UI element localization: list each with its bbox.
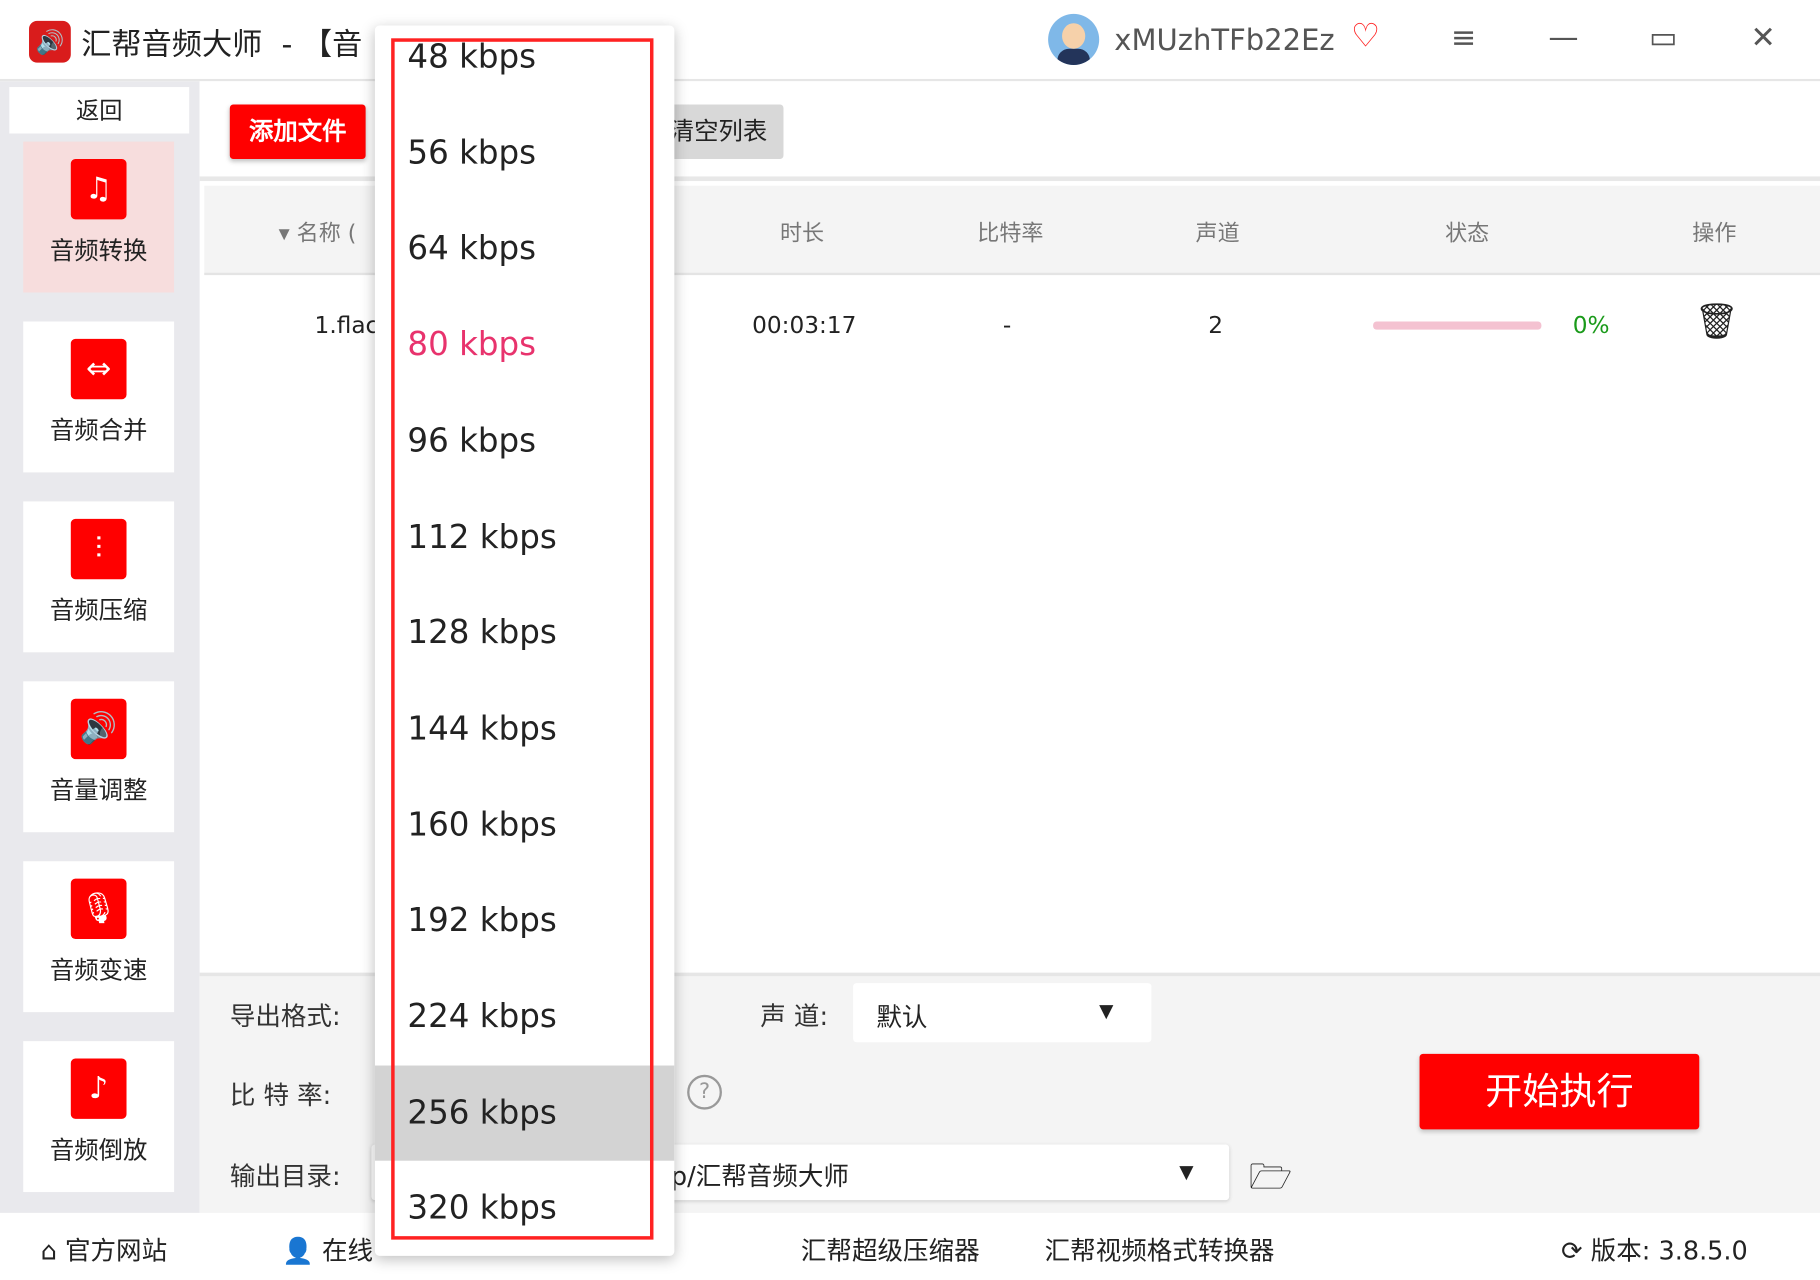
audio-tool-icon: ⇔ [70,338,127,400]
dropdown-option[interactable]: 192 kbps [375,873,674,969]
vip-heart-icon[interactable]: ♡ [1351,16,1380,54]
channel-value: 默认 [876,1004,928,1034]
dropdown-option[interactable]: 56 kbps [375,105,674,201]
header-duration: 时长 [779,220,825,247]
version-info[interactable]: ⟳ 版本: 3.8.5.0 [1561,1230,1748,1267]
back-button[interactable]: 返回 [9,87,190,134]
compressor-link[interactable]: 汇帮超级压缩器 [801,1230,980,1267]
dropdown-option[interactable]: 112 kbps [375,489,674,585]
app-logo-icon: 🔊 [29,20,71,63]
file-name: 1.flac [314,311,379,339]
bitrate-label: 比 特 率: [229,1081,332,1111]
format-label: 导出格式: [229,1002,341,1032]
channel-label: 声 道: [760,1002,829,1032]
dropdown-option[interactable]: 96 kbps [375,393,674,489]
sidebar-item-3[interactable]: ⫶ 音频压缩 [23,501,175,653]
trash-icon[interactable]: 🗑 [1695,302,1739,343]
sidebar-item-6[interactable]: ♪ 音频倒放 [23,1041,175,1193]
user-icon: 👤 [282,1237,314,1267]
header-status: 状态 [1445,220,1490,247]
username[interactable]: xMUzhTFb22Ez [1114,23,1334,57]
progress-bar [1373,321,1542,330]
progress-percent: 0% [1572,311,1610,339]
sidebar-item-label: 音频压缩 [49,596,148,625]
output-label: 输出目录: [229,1163,341,1193]
dropdown-option[interactable]: 256 kbps [374,1065,675,1162]
sidebar-item-label: 音频倒放 [49,1136,148,1165]
website-label: 官方网站 [64,1237,168,1267]
channel-select[interactable]: 默认 ▼ [853,983,1152,1043]
dropdown-option[interactable]: 320 kbps [375,1161,674,1256]
header-action: 操作 [1692,220,1737,247]
video-converter-link[interactable]: 汇帮视频格式转换器 [1045,1230,1275,1267]
dropdown-option[interactable]: 64 kbps [375,201,674,297]
header-name[interactable]: ▾ 名称 ( [279,216,357,247]
chevron-down-icon: ▼ [1099,999,1114,1022]
sidebar-item-label: 音频转换 [49,236,148,265]
website-link[interactable]: ⌂ 官方网站 [41,1230,167,1267]
file-channels: 2 [1208,311,1224,339]
sidebar-item-label: 音频变速 [49,956,148,985]
version-label: 版本: 3.8.5.0 [1590,1237,1748,1267]
maximize-button[interactable]: ▭ [1642,21,1684,56]
header-bitrate: 比特率 [977,220,1044,247]
app-title: 汇帮音频大师 [81,27,263,63]
window-title: 汇帮音频大师 - 【音 [81,21,362,64]
sidebar-item-5[interactable]: 🎙 音频变速 [23,861,175,1013]
service-link[interactable]: 👤 在线 [282,1230,373,1267]
start-button[interactable]: 开始执行 [1419,1053,1700,1130]
sidebar-item-label: 音量调整 [49,776,148,805]
title-suffix: - 【音 [281,27,363,63]
file-bitrate: - [1002,311,1012,339]
minimize-button[interactable]: — [1543,21,1585,56]
refresh-icon: ⟳ [1561,1237,1583,1267]
dropdown-option[interactable]: 48 kbps [375,26,674,106]
file-duration: 00:03:17 [752,311,857,339]
sidebar-item-label: 音频合并 [49,416,148,445]
dropdown-option[interactable]: 160 kbps [375,777,674,873]
header-channels: 声道 [1195,220,1240,247]
sidebar-item-1[interactable]: ♫ 音频转换 [23,141,175,293]
close-button[interactable]: ✕ [1742,21,1784,56]
service-label: 在线 [321,1237,374,1267]
bitrate-dropdown[interactable]: 48 kbps 56 kbps 64 kbps 80 kbps 96 kbps 112 k… [374,25,675,1256]
help-icon[interactable]: ? [687,1074,722,1110]
menu-icon[interactable]: ≡ [1443,21,1485,56]
add-file-button[interactable]: 添加文件 [229,104,366,160]
sidebar-item-4[interactable]: 🔊 音量调整 [23,681,175,833]
audio-tool-icon: ⫶ [70,518,127,580]
audio-tool-icon: ♫ [70,159,127,220]
audio-tool-icon: ♪ [70,1058,127,1119]
dropdown-option[interactable]: 80 kbps [375,297,674,393]
dropdown-option[interactable]: 224 kbps [375,969,674,1065]
avatar[interactable] [1048,13,1100,65]
chevron-down-icon: ▼ [1179,1160,1194,1183]
output-dir-value: p/汇帮音频大师 [670,1163,849,1193]
folder-icon[interactable]: 🗁 [1249,1151,1292,1210]
dropdown-option[interactable]: 128 kbps [375,585,674,681]
home-icon: ⌂ [40,1237,57,1267]
dropdown-option[interactable]: 144 kbps [375,681,674,777]
audio-tool-icon: 🔊 [70,698,127,760]
audio-tool-icon: 🎙 [70,878,127,940]
sidebar-item-2[interactable]: ⇔ 音频合并 [23,321,175,473]
